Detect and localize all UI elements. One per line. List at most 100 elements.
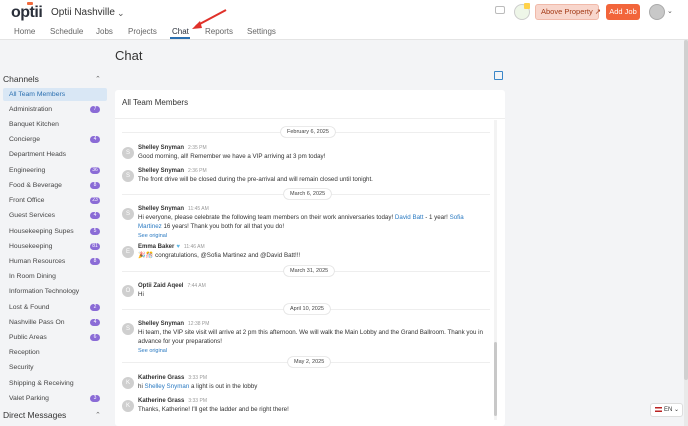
author-name[interactable]: Shelley Snyman [138,206,184,212]
message-text: Thanks, Katherine! I'll get the ladder a… [138,406,289,413]
message-text: Hi team, the VIP site visit will arrive … [138,329,483,345]
avatar[interactable]: S [122,170,134,182]
messages-scrollbar[interactable] [494,120,497,420]
message-time: 7:44 AM [187,283,206,289]
channel-label: Administration [9,106,53,113]
channel-label: Security [9,364,34,371]
channel-label: In Room Dining [9,273,56,280]
direct-messages-heading[interactable]: Direct Messages [3,410,66,420]
chevron-down-icon[interactable]: ⌄ [667,7,673,15]
avatar[interactable]: K [122,400,134,412]
channel-all-team-members[interactable]: All Team Members [3,88,107,101]
chevron-down-icon[interactable]: ⌄ [117,8,125,19]
avatar[interactable]: E [122,246,134,258]
avatar[interactable]: S [122,147,134,159]
channel-label: Housekeeping [9,243,53,250]
channel-engineering[interactable]: Engineering 36 [3,164,107,177]
message-author: Emma Baker ♥ 11:46 AM [138,244,205,250]
date-separator: March 6, 2025 [284,189,332,199]
channel-lost-found[interactable]: Lost & Found 2 [3,301,107,314]
page-scrollbar[interactable] [684,40,688,426]
channel-label: Department Heads [9,151,67,158]
mention-link[interactable]: Shelley Snyman [145,383,190,390]
see-original-link[interactable]: See original [138,348,167,354]
channel-information-technology[interactable]: Information Technology [3,285,107,298]
message-text: Good morning, all! Remember we have a VI… [138,153,326,160]
avatar[interactable]: O [122,285,134,297]
avatar[interactable]: S [122,323,134,335]
optii-logo[interactable]: optii [11,2,43,22]
channels-heading[interactable]: Channels [3,74,39,84]
unread-badge: 7 [90,106,100,113]
see-original-link[interactable]: See original [138,233,167,239]
channel-banquet-kitchen[interactable]: Banquet Kitchen [3,118,107,131]
message-text-part: Hi everyone, please celebrate the follow… [138,214,395,221]
date-separator: April 10, 2025 [284,304,330,314]
messages-icon[interactable] [495,6,505,14]
channel-label: Guest Services [9,212,56,219]
add-job-button[interactable]: Add Job [606,4,640,20]
author-name[interactable]: Emma Baker [138,244,174,250]
nav-schedule[interactable]: Schedule [50,27,83,36]
channel-front-office[interactable]: Front Office 23 [3,194,107,207]
channel-housekeeping[interactable]: Housekeeping 81 [3,240,107,253]
message-time: 2:35 PM [188,145,207,151]
channel-label: Information Technology [9,288,80,295]
chevron-up-icon[interactable]: ⌃ [95,75,101,83]
language-selector[interactable]: EN ⌄ [650,403,683,417]
messages-scrollbar-thumb[interactable] [494,342,497,416]
author-name[interactable]: Optii Zaid Aqeel [138,283,183,289]
channel-label: Shipping & Receiving [9,380,74,387]
channel-public-areas[interactable]: Public Areas 6 [3,331,107,344]
author-name[interactable]: Katherine Grass [138,398,184,404]
header-divider [115,118,505,119]
nav-settings[interactable]: Settings [247,27,276,36]
channel-reception[interactable]: Reception [3,346,107,359]
above-property-button[interactable]: Above Property ↗ [535,4,602,20]
channel-valet-parking[interactable]: Valet Parking 3 [3,392,107,405]
active-tab-indicator [170,37,190,39]
org-name[interactable]: Optii Nashville [51,7,115,18]
channel-housekeeping-supes[interactable]: Housekeeping Supes 5 [3,225,107,238]
avatar[interactable]: K [122,377,134,389]
chevron-down-icon: ⌄ [674,407,680,413]
author-name[interactable]: Shelley Snyman [138,321,184,327]
chevron-up-icon[interactable]: ⌃ [95,411,101,419]
language-code: EN [664,407,673,413]
channel-title: All Team Members [122,98,189,107]
channel-guest-services[interactable]: Guest Services 4 [3,209,107,222]
channel-label: Human Resources [9,258,66,265]
author-name[interactable]: Shelley Snyman [138,145,184,151]
compose-icon[interactable] [494,71,503,80]
channel-concierge[interactable]: Concierge 4 [3,133,107,146]
page-title: Chat [115,48,143,63]
date-separator: February 6, 2025 [281,127,335,137]
user-avatar[interactable] [649,4,665,20]
external-link-icon: ↗ [594,7,602,16]
channel-administration[interactable]: Administration 7 [3,103,107,116]
nav-home[interactable]: Home [14,27,35,36]
channel-security[interactable]: Security [3,361,107,374]
nav-chat[interactable]: Chat [172,27,189,36]
author-name[interactable]: Shelley Snyman [138,168,184,174]
nav-projects[interactable]: Projects [128,27,157,36]
notification-dot [524,3,530,9]
message-text-part: a light is out in the lobby [189,383,258,390]
channel-in-room-dining[interactable]: In Room Dining [3,270,107,283]
mention-link[interactable]: David Batt [395,214,424,221]
nav-jobs[interactable]: Jobs [96,27,113,36]
channel-label: Banquet Kitchen [9,121,59,128]
channel-nashville-pass-on[interactable]: Nashville Pass On 4 [3,316,107,329]
channel-department-heads[interactable]: Department Heads [3,148,107,161]
message-time: 3:33 PM [188,398,207,404]
channel-shipping-receiving[interactable]: Shipping & Receiving [3,377,107,390]
avatar[interactable]: S [122,208,134,220]
channel-food-beverage[interactable]: Food & Beverage 8 [3,179,107,192]
channel-human-resources[interactable]: Human Resources 8 [3,255,107,268]
message-author: Katherine Grass 3:33 PM [138,398,207,404]
channel-label: Engineering [9,167,46,174]
logo-text: optii [11,4,43,21]
page-scrollbar-thumb[interactable] [684,40,688,380]
author-name[interactable]: Katherine Grass [138,375,184,381]
top-bar: optii Optii Nashville ⌄ Home Schedule Jo… [0,0,688,40]
